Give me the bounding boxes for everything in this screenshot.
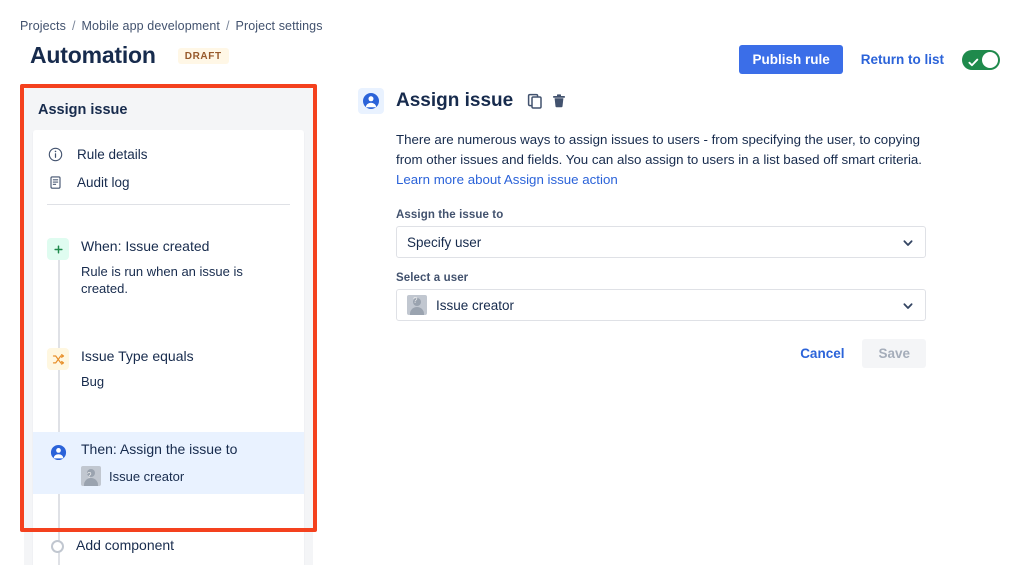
empty-circle-icon: [51, 540, 64, 553]
action-header-icons: [527, 93, 567, 109]
rule-sidebar: Assign issue Rule details Audit log When…: [24, 88, 313, 565]
assign-to-select[interactable]: Specify user: [396, 226, 926, 258]
sidebar-divider: [47, 204, 290, 205]
assign-to-value: Specify user: [407, 234, 482, 250]
page-title: Automation: [30, 42, 156, 68]
breadcrumb-separator: /: [225, 19, 230, 33]
flow-item-title: When: Issue created: [81, 238, 210, 254]
info-circle-icon: [47, 146, 63, 162]
condition-shuffle-icon: [47, 348, 69, 370]
action-title: Assign issue: [396, 90, 514, 111]
trash-icon[interactable]: [551, 93, 567, 109]
add-component-row[interactable]: Add component: [33, 528, 304, 565]
flow-item-text: When: Issue created Rule is run when an …: [81, 237, 290, 297]
rule-flow: When: Issue created Rule is run when an …: [33, 213, 304, 565]
flow-item-condition[interactable]: Issue Type equals Bug: [33, 339, 304, 398]
description-text: There are numerous ways to assign issues…: [396, 132, 922, 167]
breadcrumb-separator: /: [71, 19, 76, 33]
flow-item-action[interactable]: Then: Assign the issue to ? Issue creato…: [33, 432, 304, 494]
chevron-down-icon: [902, 300, 914, 315]
action-detail-panel: Assign issue There are numerous ways to …: [358, 88, 958, 368]
action-description: There are numerous ways to assign issues…: [396, 130, 930, 190]
rule-enabled-toggle[interactable]: [962, 49, 1000, 73]
chevron-down-icon: [902, 237, 914, 252]
flow-item-subtitle: Bug: [81, 374, 105, 389]
select-user-select[interactable]: ? Issue creator: [396, 289, 926, 321]
action-header: Assign issue: [358, 88, 958, 114]
person-circle-icon: [47, 441, 69, 463]
status-badge: DRAFT: [177, 47, 229, 64]
cancel-button[interactable]: Cancel: [796, 340, 848, 367]
flow-item-subtitle-row: ? Issue creator: [81, 466, 237, 486]
select-user-value-wrap: ? Issue creator: [407, 295, 514, 315]
select-user-label: Select a user: [396, 272, 469, 284]
document-list-icon: [47, 174, 63, 190]
assign-to-label: Assign the issue to: [396, 209, 504, 221]
flow-item-subtitle: Rule is run when an issue is created.: [81, 264, 243, 296]
select-user-value: Issue creator: [436, 297, 515, 313]
learn-more-link[interactable]: Learn more about Assign issue action: [396, 172, 618, 187]
flow-spacer: [33, 398, 304, 432]
breadcrumb-item-projects[interactable]: Projects: [20, 19, 66, 33]
flow-item-text: Add component: [76, 536, 174, 558]
add-component-label: Add component: [76, 537, 175, 553]
breadcrumb-item-project[interactable]: Mobile app development: [82, 19, 220, 33]
copy-icon[interactable]: [527, 93, 543, 109]
header-actions: Publish rule Return to list: [739, 45, 1000, 74]
save-button[interactable]: Save: [862, 339, 926, 368]
person-circle-icon: [358, 88, 384, 114]
flow-item-title: Issue Type equals: [81, 348, 194, 364]
flow-item-text: Issue Type equals Bug: [81, 347, 194, 390]
publish-rule-button[interactable]: Publish rule: [739, 45, 843, 74]
sidebar-heading: Assign issue: [38, 102, 128, 118]
flow-spacer: [33, 494, 304, 528]
flow-item-title: Then: Assign the issue to: [81, 441, 238, 457]
flow-item-text: Then: Assign the issue to ? Issue creato…: [81, 440, 237, 486]
form-actions: Cancel Save: [396, 339, 926, 368]
automation-page: Projects / Mobile app development / Project …: [0, 0, 1020, 565]
avatar-question-mark: ?: [87, 471, 92, 480]
return-to-list-link[interactable]: Return to list: [861, 52, 944, 67]
avatar: ?: [407, 295, 427, 315]
flow-item-subtitle: Issue creator: [109, 468, 185, 484]
avatar-body: [410, 307, 424, 315]
sidebar-nav: Rule details Audit log: [33, 130, 304, 213]
breadcrumb-item-settings[interactable]: Project settings: [236, 19, 323, 33]
sidebar-item-audit-log[interactable]: Audit log: [33, 168, 304, 196]
action-form: Assign the issue to Specify user Select …: [396, 209, 926, 368]
sidebar-item-rule-details[interactable]: Rule details: [33, 140, 304, 168]
avatar: ?: [81, 466, 101, 486]
toggle-knob: [982, 51, 998, 68]
sidebar-item-label: Rule details: [77, 146, 148, 162]
sidebar-item-label: Audit log: [77, 174, 130, 190]
plus-icon: [47, 238, 69, 260]
breadcrumb: Projects / Mobile app development / Project …: [20, 19, 323, 33]
flow-spacer: [33, 305, 304, 339]
avatar-question-mark: ?: [413, 296, 418, 305]
check-icon: [968, 55, 979, 73]
sidebar-card: Rule details Audit log When: Issue creat…: [33, 130, 304, 565]
flow-item-trigger[interactable]: When: Issue created Rule is run when an …: [33, 229, 304, 305]
title-row: Automation DRAFT: [30, 42, 229, 69]
